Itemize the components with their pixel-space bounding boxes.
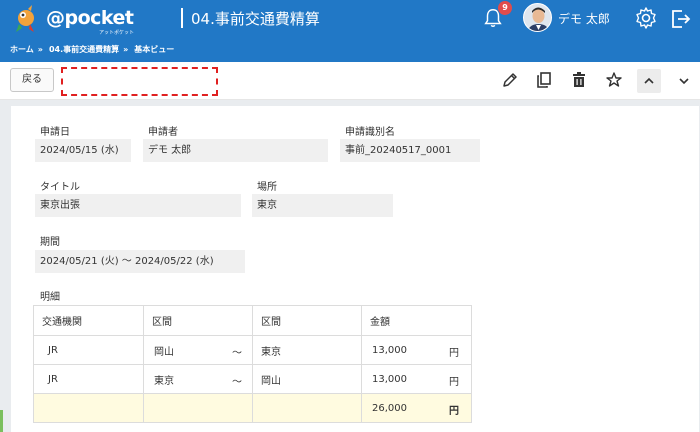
chevron-up-icon <box>644 77 654 84</box>
mascot-logo-icon <box>16 5 34 32</box>
transport-value: JR <box>48 344 58 356</box>
transport-cell: JR <box>33 335 144 365</box>
total-cell: 26,000 円 <box>361 393 472 423</box>
yen-unit: 円 <box>449 377 459 388</box>
notification-badge: 9 <box>498 1 512 15</box>
trash-icon[interactable] <box>569 70 589 90</box>
table-row: JR 岡山 ～ 東京 13,000 円 <box>33 335 472 365</box>
total-row: 26,000 円 <box>33 393 472 423</box>
from-cell: 東京 ～ <box>143 364 253 394</box>
app-logo[interactable]: @pocket アットポケット <box>6 2 136 36</box>
app-header: @pocket アットポケット 04.事前交通費精算 9 デモ 太郎 <box>0 0 700 38</box>
page-title: 04.事前交通費精算 <box>191 10 320 28</box>
column-header: 区間 <box>143 305 253 336</box>
transport-value: JR <box>48 373 58 385</box>
yen-unit: 円 <box>449 348 459 359</box>
avatar-photo <box>524 4 551 31</box>
logout-icon[interactable] <box>668 7 692 31</box>
logo-text: @pocket <box>46 7 134 29</box>
empty-cell <box>33 393 144 423</box>
column-header: 区間 <box>252 305 362 336</box>
applicant-value: デモ 太郎 <box>143 139 328 162</box>
to-cell: 東京 <box>252 335 362 365</box>
request-id-value: 事前_20240517_0001 <box>340 139 480 162</box>
from-value: 岡山 <box>154 346 174 358</box>
side-strip <box>0 410 3 432</box>
place-value: 東京 <box>252 194 393 217</box>
from-cell: 岡山 ～ <box>143 335 253 365</box>
details-label: 明細 <box>40 292 60 303</box>
tilde: ～ <box>232 348 242 359</box>
total-value: 26,000 <box>372 402 407 414</box>
table-row: JR 東京 ～ 岡山 13,000 円 <box>33 364 472 394</box>
amount-cell: 13,000 円 <box>361 335 472 365</box>
user-name[interactable]: デモ 太郎 <box>558 10 610 27</box>
table-header-row: 交通機関 区間 区間 金額 <box>33 305 472 336</box>
back-button[interactable]: 戻る <box>10 68 54 92</box>
column-header: 交通機関 <box>33 305 144 336</box>
to-value: 東京 <box>261 346 281 358</box>
amount-value: 13,000 <box>372 373 407 385</box>
empty-cell <box>252 393 362 423</box>
yen-unit: 円 <box>449 406 459 417</box>
header-divider <box>181 8 183 28</box>
breadcrumb-home[interactable]: ホーム <box>10 45 34 54</box>
title-value: 東京出張 <box>35 194 241 217</box>
expand-button[interactable] <box>672 69 696 93</box>
transport-cell: JR <box>33 364 144 394</box>
applicant-label: 申請者 <box>148 127 178 138</box>
pencil-icon[interactable] <box>500 70 520 90</box>
apply-date-label: 申請日 <box>40 127 70 138</box>
breadcrumb-view: 基本ビュー <box>134 45 175 54</box>
details-table: 交通機関 区間 区間 金額 JR 岡山 ～ 東京 13,000 円 JR 東京 ～ 岡… <box>33 305 472 423</box>
title-label: タイトル <box>40 182 80 193</box>
gear-icon[interactable] <box>634 6 658 30</box>
period-label: 期間 <box>40 237 60 248</box>
request-id-label: 申請識別名 <box>345 127 395 138</box>
breadcrumb: ホーム» 04.事前交通費精算» 基本ビュー <box>0 38 700 62</box>
amount-cell: 13,000 円 <box>361 364 472 394</box>
from-value: 東京 <box>154 375 174 387</box>
chevron-down-icon <box>679 78 689 85</box>
to-cell: 岡山 <box>252 364 362 394</box>
amount-value: 13,000 <box>372 344 407 356</box>
logo-subtext: アットポケット <box>99 30 135 36</box>
breadcrumb-app[interactable]: 04.事前交通費精算 <box>49 45 119 54</box>
place-label: 場所 <box>257 182 277 193</box>
star-icon[interactable] <box>604 70 624 90</box>
collapse-button[interactable] <box>637 69 661 93</box>
apply-date-value: 2024/05/15 (水) <box>35 139 131 162</box>
empty-cell <box>143 393 253 423</box>
copy-icon[interactable] <box>534 70 554 90</box>
toolbar: 戻る <box>0 62 700 100</box>
tilde: ～ <box>232 377 242 388</box>
breadcrumb-separator: » <box>37 45 43 54</box>
breadcrumb-separator: » <box>123 45 129 54</box>
highlight-box <box>61 67 218 96</box>
avatar[interactable] <box>523 3 552 32</box>
to-value: 岡山 <box>261 375 281 387</box>
column-header: 金額 <box>361 305 472 336</box>
period-value: 2024/05/21 (火) ～ 2024/05/22 (水) <box>35 250 245 273</box>
